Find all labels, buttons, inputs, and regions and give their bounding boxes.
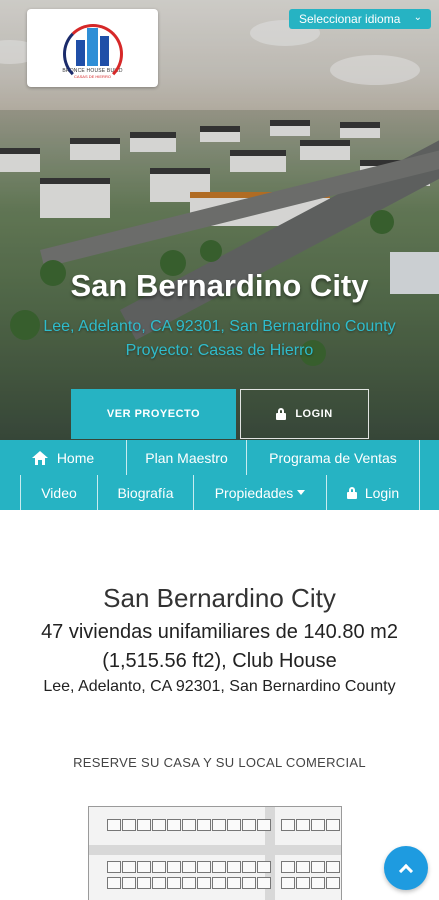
logo-building [75,39,85,66]
home-icon [31,450,48,465]
plan-lot [296,861,310,873]
plan-lot [167,877,181,889]
plan-lot [167,861,181,873]
plan-lot [197,877,211,889]
hero-address: Lee, Adelanto, CA 92301, San Bernardino … [43,318,396,335]
plan-lot [257,877,271,889]
plan-lot [137,861,151,873]
nav-divider [419,475,420,510]
plan-lot [296,877,310,889]
plan-lot [227,861,241,873]
nav-item-login-label: Login [364,484,400,501]
hero-banner: BRONCE HOUSE BUILD CASAS DE HIERRO Selec… [0,0,439,440]
plan-lot [227,819,241,831]
plan-lot [107,877,121,889]
plan-lot [257,819,271,831]
nav-item-home[interactable]: Home [0,440,126,475]
project-description-line1: 47 viviendas unifamiliares de 140.80 m2 [41,621,398,643]
hero-project: Proyecto: Casas de Hierro [125,342,314,359]
plan-lot [212,819,226,831]
logo-mark [58,18,128,84]
project-address: Lee, Adelanto, CA 92301, San Bernardino … [43,678,396,695]
plan-lot [242,861,256,873]
plan-lot [152,877,166,889]
plan-lot [167,819,181,831]
plan-lot [212,877,226,889]
reserve-heading: RESERVE SU CASA Y SU LOCAL COMERCIAL [73,755,366,770]
plan-lot [242,819,256,831]
plan-lot [197,819,211,831]
nav-item-properties-label: Propiedades [214,484,294,501]
nav-item-biography[interactable]: Biografía [98,475,193,510]
plan-lot [311,819,325,831]
caret-down-icon [297,490,306,495]
plan-lot [212,861,226,873]
plan-lot [152,819,166,831]
plan-lot [182,819,196,831]
hero-login-label: LOGIN [295,408,333,420]
project-title: San Bernardino City [103,583,336,613]
plan-lot [197,861,211,873]
plan-lot [326,877,340,889]
site-plan-image[interactable] [88,806,342,900]
plan-lot [326,819,340,831]
plan-lot [311,861,325,873]
plan-lot [182,861,196,873]
plan-lot [281,819,295,831]
lock-icon [276,408,287,420]
plan-lot [281,877,295,889]
plan-lot [122,819,136,831]
nav-item-login[interactable]: Login [327,475,419,510]
plan-lot [137,877,151,889]
plan-lot [296,819,310,831]
plan-road [89,845,341,855]
hero-login-button[interactable]: LOGIN [240,389,369,439]
plan-lot [107,861,121,873]
chevron-down-icon: ⌄ [413,12,422,23]
plan-lot [281,861,295,873]
logo-building [99,35,109,66]
logo[interactable]: BRONCE HOUSE BUILD CASAS DE HIERRO [27,9,158,87]
plan-lot [227,877,241,889]
plan-lot [182,877,196,889]
nav-item-master-plan[interactable]: Plan Maestro [127,440,246,475]
hero-title: San Bernardino City [70,268,369,303]
arrow-up-icon [398,863,414,878]
plan-lot [326,861,340,873]
logo-building [86,27,98,66]
main-navigation: Home Plan Maestro Programa de Ventas Vid… [0,440,439,510]
nav-item-home-label: Home [56,449,95,466]
plan-lot [311,877,325,889]
nav-item-video[interactable]: Video [21,475,97,510]
view-project-button[interactable]: VER PROYECTO [71,389,236,439]
plan-lot [122,877,136,889]
plan-lot [242,877,256,889]
nav-divider [419,440,420,475]
project-description-line2: (1,515.56 ft2), Club House [102,650,337,672]
language-selector-label: Seleccionar idioma [299,12,401,26]
language-selector[interactable]: Seleccionar idioma ⌄ [289,9,431,29]
plan-lot [122,861,136,873]
scroll-to-top-button[interactable] [384,846,428,890]
lock-icon [346,486,357,499]
nav-item-properties[interactable]: Propiedades [194,475,326,510]
plan-lot [137,819,151,831]
nav-item-sales-program[interactable]: Programa de Ventas [247,440,419,475]
plan-lot [107,819,121,831]
plan-lot [152,861,166,873]
plan-lot [257,861,271,873]
